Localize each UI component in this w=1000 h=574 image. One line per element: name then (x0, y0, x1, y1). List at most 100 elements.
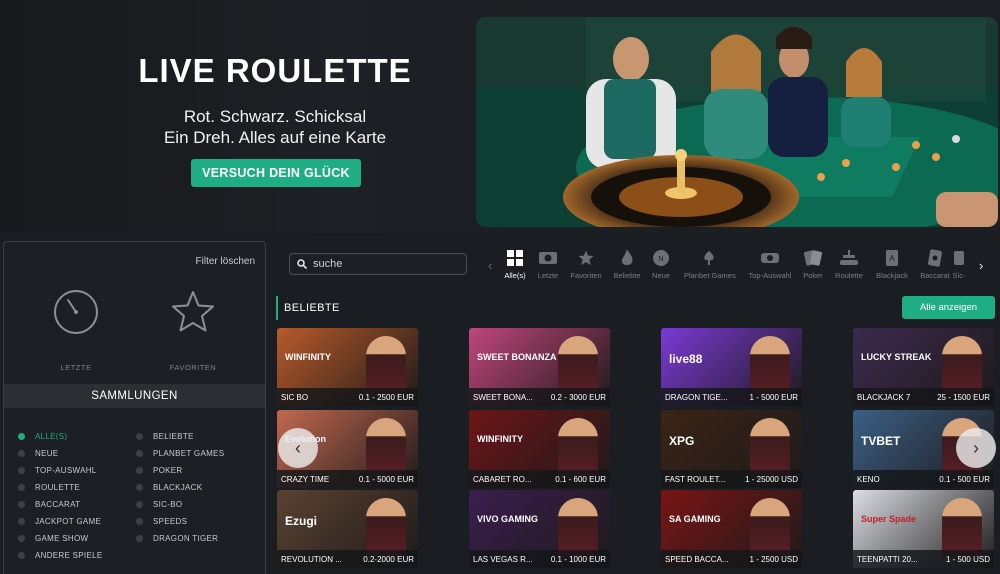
game-caption: FAST ROULET... 1 - 25000 USD (661, 470, 802, 488)
provider-logo: Super Spade (861, 514, 917, 524)
game-caption: REVOLUTION ... 0.2-2000 EUR (277, 550, 418, 568)
provider-logo: Ezugi (285, 514, 317, 528)
game-name: LAS VEGAS R... (473, 554, 533, 564)
game-tile[interactable]: WINFINITY SIC BO 0.1 - 2500 EUR (277, 328, 418, 406)
radio-dot (18, 467, 25, 474)
game-tile[interactable]: VIVO GAMING LAS VEGAS R... 0.1 - 1000 EUR (469, 490, 610, 568)
radio-dot (18, 450, 25, 457)
game-name: TEENPATTI 20... (857, 554, 918, 564)
game-name: DRAGON TIGE... (665, 392, 728, 402)
collection-item-top-picks[interactable]: TOP-AUSWAHL (18, 466, 97, 475)
search-input[interactable] (313, 258, 453, 270)
game-tile[interactable]: LUCKY STREAK BLACKJACK 7 25 - 1500 EUR (853, 328, 994, 406)
show-all-button[interactable]: Alle anzeigen (902, 296, 995, 319)
badge-icon: N (653, 250, 669, 266)
game-limit: 0.2 - 3000 EUR (550, 392, 606, 402)
roulette-table-illustration (476, 17, 998, 227)
game-tile[interactable]: Ezugi REVOLUTION ... 0.2-2000 EUR (277, 490, 418, 568)
stopwatch-icon (54, 290, 98, 334)
radio-dot (18, 484, 25, 491)
carousel-prev-button[interactable]: ‹ (278, 428, 318, 468)
collection-item-blackjack[interactable]: BLACKJACK (136, 483, 202, 492)
dealer-image (942, 336, 982, 396)
provider-logo: WINFINITY (477, 434, 523, 444)
radio-dot (18, 552, 25, 559)
collections-header: SAMMLUNGEN (4, 384, 265, 408)
category-planbet[interactable]: Planbet Games (684, 248, 736, 280)
game-limit: 0.1 - 500 EUR (939, 474, 990, 484)
provider-logo: XPG (669, 434, 695, 448)
collection-item-game-show[interactable]: GAME SHOW (18, 534, 88, 543)
game-name: CRAZY TIME (281, 474, 330, 484)
game-tile[interactable]: SA GAMING SPEED BACCA... 1 - 2500 USD (661, 490, 802, 568)
try-your-luck-button[interactable]: VERSUCH DEIN GLÜCK (191, 159, 361, 187)
game-limit: 0.1 - 1000 EUR (550, 554, 606, 564)
collection-item-planbet[interactable]: PLANBET GAMES (136, 449, 224, 458)
recent-label: LETZTE (60, 363, 92, 372)
radio-dot (136, 450, 143, 457)
carousel-next-button[interactable]: › (956, 428, 996, 468)
collection-item-roulette[interactable]: ROULETTE (18, 483, 80, 492)
favorites-label: FAVORITEN (169, 363, 217, 372)
game-name: KENO (857, 474, 880, 484)
game-limit: 0.1 - 2500 EUR (358, 392, 414, 402)
collection-item-speeds[interactable]: SPEEDS (136, 517, 187, 526)
game-limit: 1 - 5000 EUR (749, 392, 798, 402)
provider-logo: TVBET (861, 434, 901, 448)
radio-dot (136, 484, 143, 491)
grid-icon (507, 250, 523, 266)
game-name: BLACKJACK 7 (857, 392, 911, 402)
radio-dot (18, 501, 25, 508)
hero-subtitle-line1: Rot. Schwarz. Schicksal (183, 107, 367, 126)
hero-banner: LIVE ROULETTE Rot. Schwarz. Schicksal Ei… (0, 0, 1000, 233)
roulette-icon (840, 250, 858, 265)
chips-icon (761, 253, 779, 263)
game-tile[interactable]: XPG FAST ROULET... 1 - 25000 USD (661, 410, 802, 488)
collection-item-baccarat[interactable]: BACCARAT (18, 500, 80, 509)
collection-item-dragon-tiger[interactable]: DRAGON TIGER (136, 534, 218, 543)
collection-item-popular[interactable]: BELIEBTE (136, 432, 194, 441)
dealer-image (750, 418, 790, 478)
provider-logo: WINFINITY (285, 352, 331, 362)
game-caption: TEENPATTI 20... 1 - 500 USD (853, 550, 994, 568)
category-new[interactable]: N Neue (636, 248, 686, 280)
collection-item-new[interactable]: NEUE (18, 449, 58, 458)
game-tile[interactable]: Super Spade TEENPATTI 20... 1 - 500 USD (853, 490, 994, 568)
game-name: FAST ROULET... (665, 474, 726, 484)
category-sic-bo[interactable]: Sic- (944, 248, 974, 280)
game-caption: BLACKJACK 7 25 - 1500 EUR (853, 388, 994, 406)
clear-filter-link[interactable]: Filter löschen (196, 256, 255, 267)
cards-icon (704, 251, 714, 265)
dealer-image (366, 336, 406, 396)
game-limit: 1 - 25000 USD (745, 474, 798, 484)
recent-icon (539, 252, 557, 264)
provider-logo: LUCKY STREAK (861, 352, 932, 362)
game-tile[interactable]: live88 DRAGON TIGE... 1 - 5000 EUR (661, 328, 802, 406)
collection-item-sic-bo[interactable]: SIC-BO (136, 500, 182, 509)
dealer-image (750, 498, 790, 558)
radio-dot (18, 518, 25, 525)
game-tile[interactable]: WINFINITY CABARET RO... 0.1 - 600 EUR (469, 410, 610, 488)
dealer-image (750, 336, 790, 396)
collection-item-jackpot[interactable]: JACKPOT GAME (18, 517, 101, 526)
game-limit: 25 - 1500 EUR (937, 392, 990, 402)
svg-text:N: N (658, 256, 663, 263)
svg-text:A: A (889, 254, 895, 263)
collection-item-poker[interactable]: POKER (136, 466, 183, 475)
chevron-right-icon: › (973, 437, 979, 458)
game-limit: 0.1 - 600 EUR (555, 474, 606, 484)
search-box[interactable] (289, 253, 467, 275)
hero-subtitle-line2: Ein Dreh. Alles auf eine Karte (163, 128, 387, 147)
game-tile[interactable]: SWEET BONANZA SWEET BONA... 0.2 - 3000 EUR (469, 328, 610, 406)
favorites-filter[interactable]: FAVORITEN (153, 288, 233, 372)
radio-dot (136, 535, 143, 542)
star-outline-icon (172, 291, 214, 332)
fire-icon (621, 249, 633, 265)
game-caption: KENO 0.1 - 500 EUR (853, 470, 994, 488)
collection-item-all[interactable]: ALLE(S) (18, 432, 67, 441)
radio-dot (18, 433, 25, 440)
recent-filter[interactable]: LETZTE (36, 288, 116, 372)
category-next-icon[interactable]: › (979, 258, 983, 273)
collection-item-other[interactable]: ANDERE SPIELE (18, 551, 102, 560)
poker-icon (803, 250, 823, 266)
